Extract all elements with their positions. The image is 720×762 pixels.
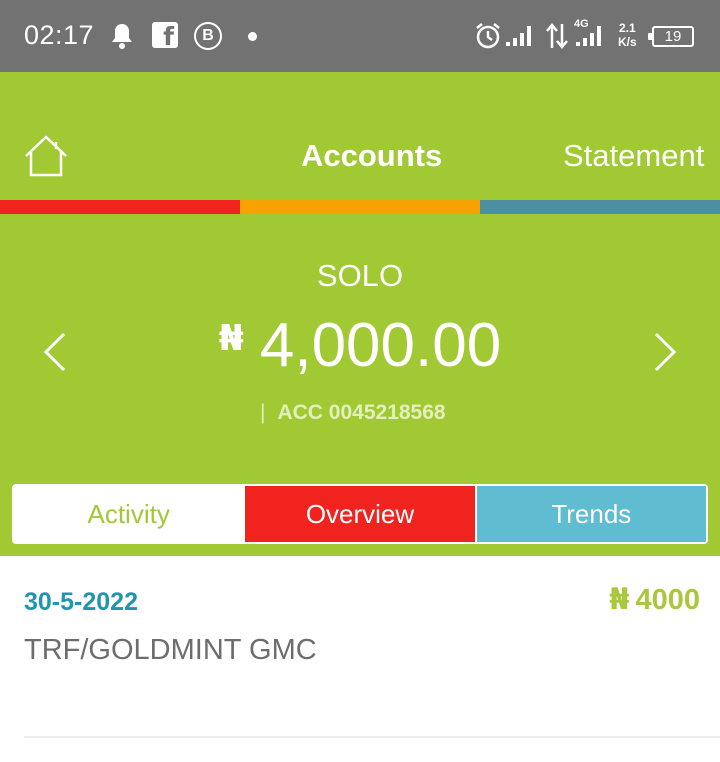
tab-indicator-red [0, 200, 240, 214]
transaction-date: 30-5-2022 [24, 588, 138, 616]
segmented-control: Activity Overview Trends [12, 484, 708, 544]
battery-indicator: 19 [648, 26, 694, 47]
transaction-row[interactable]: 30-5-2022 ₦ 4000 TRF/GOLDMINT GMC [0, 556, 720, 738]
tab-accounts[interactable]: Accounts [301, 138, 442, 174]
network-speed: 2.1 K/s [618, 21, 637, 49]
account-balance: ₦ 4,000.00 [0, 310, 720, 381]
account-number-separator: | [260, 401, 266, 424]
tab-indicator-orange [240, 200, 480, 214]
alarm-icon [476, 23, 500, 49]
currency-symbol: ₦ [218, 318, 244, 359]
tab-indicator-blue [480, 200, 720, 214]
balance-value: 4,000.00 [259, 311, 502, 380]
status-bar: 02:17 f B 4G 2.1 K/s 19 [0, 0, 720, 72]
facebook-icon: f [152, 22, 178, 51]
segment-trends[interactable]: Trends [474, 486, 706, 542]
more-notifications-dot-icon [248, 32, 257, 41]
tab-statement[interactable]: Statement [563, 138, 704, 174]
account-name: SOLO [316, 258, 404, 293]
list-divider [24, 736, 720, 738]
network-speed-unit: K/s [618, 35, 637, 49]
business-app-icon: B [194, 22, 222, 50]
signal-strength-icon [506, 26, 531, 46]
transaction-amount: ₦ 4000 [609, 582, 700, 617]
signal-strength-4g-icon [576, 26, 601, 46]
account-number-value: ACC 0045218568 [277, 401, 446, 424]
network-speed-value: 2.1 [619, 21, 636, 35]
notification-bell-icon [112, 24, 132, 49]
transaction-currency-symbol: ₦ [609, 582, 630, 616]
transaction-amount-value: 4000 [635, 584, 700, 616]
account-number: | ACC 0045218568 [260, 401, 446, 425]
transaction-description: TRF/GOLDMINT GMC [24, 634, 317, 666]
data-transfer-icon [546, 23, 568, 49]
segment-overview[interactable]: Overview [243, 486, 475, 542]
segment-activity[interactable]: Activity [14, 486, 244, 542]
home-icon[interactable] [22, 134, 70, 178]
status-time: 02:17 [24, 20, 95, 50]
